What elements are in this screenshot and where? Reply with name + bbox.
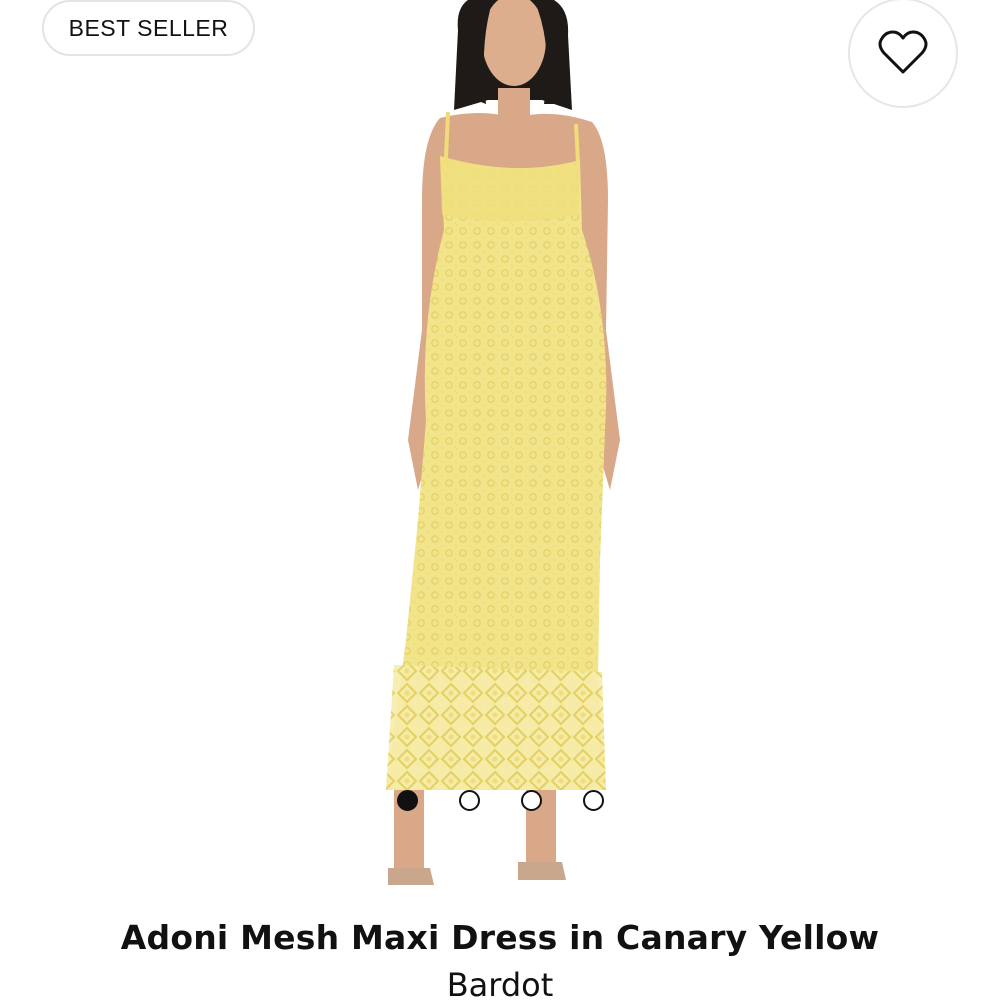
wishlist-button[interactable] — [848, 0, 958, 108]
gallery-dot-4[interactable] — [583, 790, 604, 811]
product-image[interactable] — [330, 0, 670, 900]
gallery-pagination — [397, 790, 607, 812]
product-brand[interactable]: Bardot — [0, 966, 1000, 1000]
best-seller-label: BEST SELLER — [68, 14, 229, 41]
gallery-dot-2[interactable] — [459, 790, 480, 811]
heart-outline-icon — [878, 30, 928, 74]
best-seller-badge: BEST SELLER — [42, 0, 255, 56]
product-title: Adoni Mesh Maxi Dress in Canary Yellow — [120, 918, 880, 957]
gallery-dot-3[interactable] — [521, 790, 542, 811]
gallery-dot-1[interactable] — [397, 790, 418, 811]
product-gallery[interactable]: BEST SELLER — [0, 0, 1000, 910]
